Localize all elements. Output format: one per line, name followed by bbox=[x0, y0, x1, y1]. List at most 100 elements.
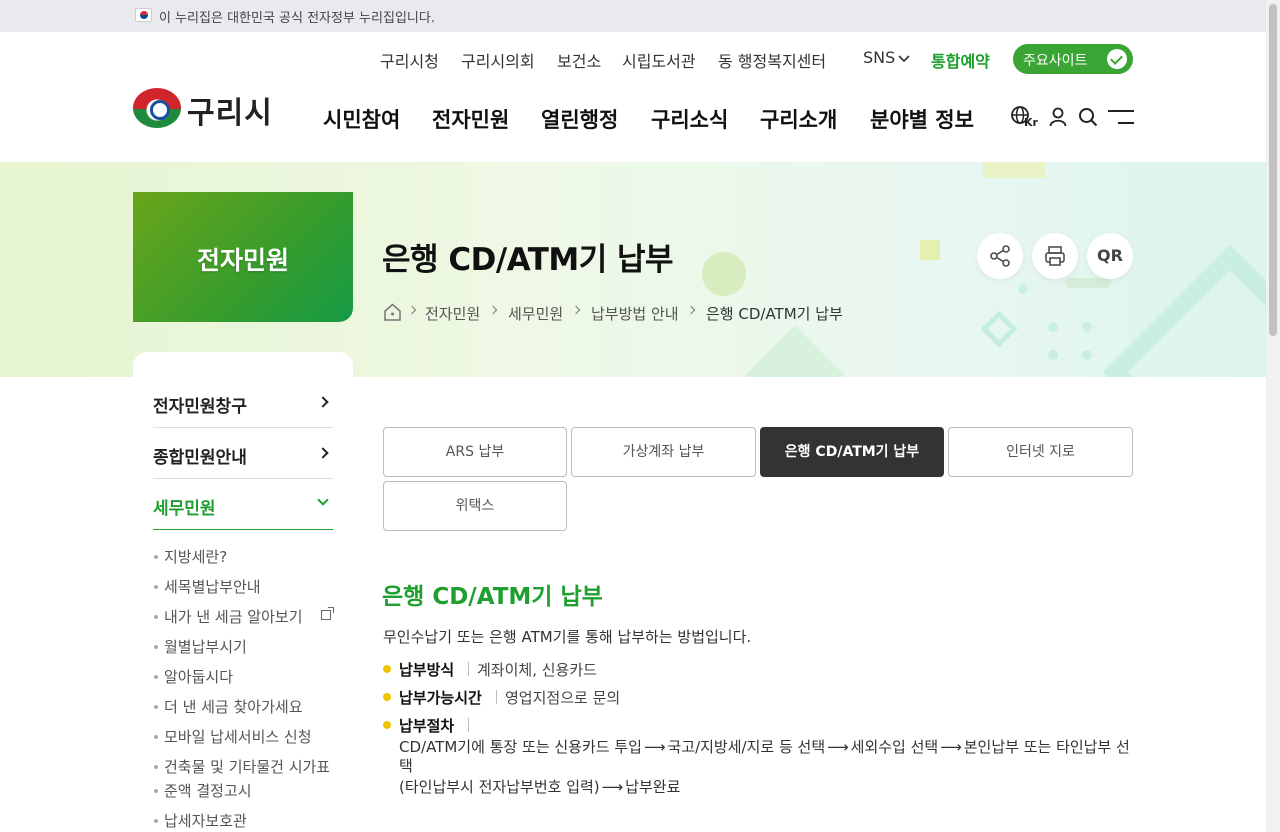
chevron-down-icon bbox=[317, 494, 329, 506]
tab-bank-atm[interactable]: 은행 CD/ATM기 납부 bbox=[760, 427, 944, 477]
print-button[interactable] bbox=[1032, 233, 1078, 279]
util-link-health-center[interactable]: 보건소 bbox=[557, 48, 601, 72]
side-item-label: 전자민원창구 bbox=[153, 397, 247, 417]
chevron-right-icon bbox=[317, 447, 329, 459]
side-item-tax[interactable]: 세무민원 bbox=[153, 479, 333, 530]
gnb-item-about[interactable]: 구리소개 bbox=[760, 104, 837, 134]
breadcrumb-e-civil[interactable]: 전자민원 bbox=[425, 303, 480, 324]
language-button[interactable]: Kr bbox=[1010, 105, 1040, 131]
tab-wetax[interactable]: 위택스 bbox=[383, 481, 567, 531]
gnb-item-field-info[interactable]: 분야별 정보 bbox=[870, 104, 974, 134]
method-value: 계좌이체, 신용카드 bbox=[477, 661, 597, 679]
gnb-item-open-admin[interactable]: 열린행정 bbox=[541, 104, 618, 134]
sub-item-local-tax[interactable]: 지방세란? bbox=[154, 546, 227, 567]
bullet-icon bbox=[383, 721, 391, 729]
page-scrollbar[interactable] bbox=[1266, 0, 1280, 832]
breadcrumb-payment[interactable]: 납부방법 안내 bbox=[591, 303, 679, 324]
gnb-item-news[interactable]: 구리소식 bbox=[651, 104, 728, 134]
section-title-box: 전자민원 bbox=[133, 192, 353, 322]
sub-item-my-tax[interactable]: 내가 낸 세금 알아보기 bbox=[154, 606, 303, 627]
tab-internet-giro[interactable]: 인터넷 지로 bbox=[948, 427, 1133, 477]
util-link-library[interactable]: 시립도서관 bbox=[622, 48, 696, 72]
main-sites-label: 주요사이트 bbox=[1023, 53, 1088, 69]
tab-virtual-account[interactable]: 가상계좌 납부 bbox=[571, 427, 756, 477]
sub-item-label: 건축물 및 기타물건 시가표 bbox=[164, 758, 331, 776]
util-link-dong-center[interactable]: 동 행정복지센터 bbox=[718, 48, 826, 72]
process-line-2: 택 bbox=[399, 757, 413, 775]
share-icon bbox=[990, 245, 1010, 267]
guri-city-logo[interactable]: 구리시 bbox=[133, 86, 273, 131]
section-title: 전자민원 bbox=[196, 246, 289, 275]
sub-item-label: 지방세란? bbox=[164, 548, 228, 566]
breadcrumb-tax[interactable]: 세무민원 bbox=[508, 303, 563, 324]
share-button[interactable] bbox=[977, 233, 1023, 279]
tab-ars[interactable]: ARS 납부 bbox=[383, 427, 567, 477]
long-arrow-icon: ⟶ bbox=[601, 778, 624, 796]
reservation-link[interactable]: 통합예약 bbox=[931, 48, 990, 72]
scrollbar-thumb[interactable] bbox=[1269, 4, 1277, 336]
sub-item-label: 모바일 납세서비스 신청 bbox=[164, 728, 312, 746]
process-step: 납부완료 bbox=[625, 778, 681, 796]
side-item-label: 세무민원 bbox=[153, 499, 216, 519]
long-arrow-icon: ⟶ bbox=[827, 738, 849, 756]
qr-button[interactable]: QR bbox=[1087, 233, 1133, 279]
city-emblem-icon bbox=[133, 88, 181, 128]
sns-label: SNS bbox=[863, 48, 896, 67]
sub-item-label: 내가 낸 세금 알아보기 bbox=[164, 608, 303, 626]
long-arrow-icon: ⟶ bbox=[643, 738, 666, 756]
bullet-icon bbox=[383, 693, 391, 701]
main-sites-button[interactable]: 주요사이트 bbox=[1013, 44, 1133, 74]
gnb-item-participation[interactable]: 시민참여 bbox=[323, 104, 400, 134]
time-term: 납부가능시간 bbox=[399, 689, 482, 707]
external-link-icon bbox=[321, 607, 334, 620]
side-item-e-civil-window[interactable]: 전자민원창구 bbox=[153, 377, 333, 428]
logo-text: 구리시 bbox=[187, 96, 273, 131]
sub-item-monthly[interactable]: 월별납부시기 bbox=[154, 636, 247, 657]
side-item-label: 종합민원안내 bbox=[153, 448, 247, 468]
process-step: CD/ATM기에 통장 또는 신용카드 투입 bbox=[399, 738, 642, 756]
sub-item-label: 납세자보호관 bbox=[164, 812, 247, 830]
sub-item-building-value[interactable]: 건축물 및 기타물건 시가표 bbox=[154, 756, 330, 777]
long-arrow-icon: ⟶ bbox=[940, 738, 962, 756]
language-code: Kr bbox=[1024, 116, 1038, 129]
bullet-icon bbox=[383, 665, 391, 673]
sub-item-tax-guide[interactable]: 세목별납부안내 bbox=[154, 576, 261, 597]
user-icon[interactable] bbox=[1049, 107, 1067, 127]
home-icon[interactable] bbox=[383, 303, 402, 321]
sub-item-mobile[interactable]: 모바일 납세서비스 신청 bbox=[154, 726, 312, 747]
page-title: 은행 CD/ATM기 납부 bbox=[382, 242, 674, 278]
qr-label: QR bbox=[1097, 246, 1123, 265]
sub-item-label: 더 낸 세금 찾아가세요 bbox=[164, 698, 303, 716]
search-icon[interactable] bbox=[1078, 107, 1098, 127]
sns-dropdown[interactable]: SNS bbox=[863, 48, 895, 67]
sub-item-label: 알아둡시다 bbox=[164, 668, 234, 686]
gov-notice-text: 이 누리집은 대한민국 공식 전자정부 누리집입니다. bbox=[159, 11, 435, 26]
check-circle-icon bbox=[1107, 49, 1127, 69]
gov-notice-bar: 이 누리집은 대한민국 공식 전자정부 누리집입니다. bbox=[0, 0, 1266, 32]
sub-item-label: 준액 결정고시 bbox=[164, 782, 252, 800]
gnb-item-e-civil[interactable]: 전자민원 bbox=[432, 104, 509, 134]
sub-item-refund[interactable]: 더 낸 세금 찾아가세요 bbox=[154, 696, 303, 717]
korea-flag-icon bbox=[135, 8, 152, 22]
side-item-civil-guide[interactable]: 종합민원안내 bbox=[153, 428, 333, 479]
time-value: 영업지점으로 문의 bbox=[505, 689, 621, 707]
sub-item-label: 세목별납부안내 bbox=[164, 578, 261, 596]
print-icon bbox=[1045, 246, 1065, 266]
menu-icon[interactable] bbox=[1108, 109, 1134, 125]
chevron-right-icon bbox=[317, 396, 329, 408]
process-line-1: CD/ATM기에 통장 또는 신용카드 투입 ⟶ 국고/지방세/지로 등 선택 ⟶ 세외… bbox=[399, 736, 1130, 757]
method-term: 납부방식 bbox=[399, 661, 455, 679]
sub-item-building-value-cont: 준액 결정고시 bbox=[154, 780, 252, 801]
sub-item-taxpayer-protector[interactable]: 납세자보호관 bbox=[154, 810, 247, 831]
util-link-city-hall[interactable]: 구리시청 bbox=[380, 48, 439, 72]
process-term: 납부절차 bbox=[399, 717, 455, 735]
content-title: 은행 CD/ATM기 납부 bbox=[382, 584, 603, 610]
breadcrumb-current: 은행 CD/ATM기 납부 bbox=[706, 305, 843, 323]
chevron-down-icon bbox=[898, 55, 910, 63]
content-description: 무인수납기 또는 은행 ATM기를 통해 납부하는 방법입니다. bbox=[383, 628, 752, 646]
sub-item-notice[interactable]: 알아둡시다 bbox=[154, 666, 233, 687]
util-link-council[interactable]: 구리시의회 bbox=[461, 48, 535, 72]
process-step: 국고/지방세/지로 등 선택 bbox=[667, 738, 826, 756]
process-line-3: (타인납부시 전자납부번호 입력) ⟶ 납부완료 bbox=[399, 776, 680, 797]
process-step: (타인납부시 전자납부번호 입력) bbox=[399, 778, 600, 796]
